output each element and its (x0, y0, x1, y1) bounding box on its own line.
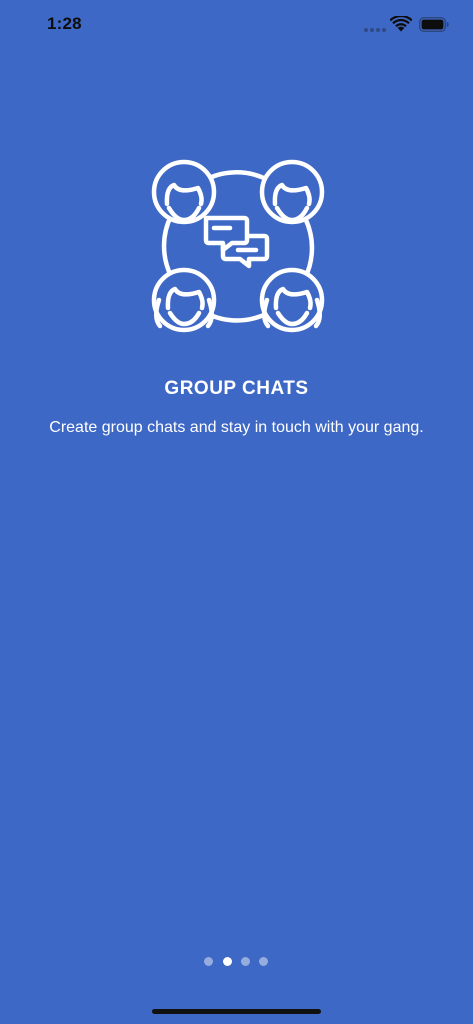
page-dot-4[interactable] (259, 957, 268, 966)
page-control[interactable] (0, 957, 473, 967)
onboarding-description: Create group chats and stay in touch wit… (49, 419, 424, 436)
home-indicator[interactable] (152, 1009, 321, 1014)
battery-icon (419, 17, 449, 32)
status-bar: 1:28 (0, 0, 473, 50)
cellular-signal-icon (364, 28, 386, 32)
status-time: 1:28 (47, 14, 82, 33)
page-dot-1[interactable] (204, 957, 213, 966)
onboarding-screen: 1:28 GROUP CHATS Create group chats and … (0, 0, 473, 1024)
wifi-icon (390, 16, 412, 32)
onboarding-title: GROUP CHATS (164, 378, 309, 399)
page-dot-2[interactable] (223, 957, 232, 966)
page-dot-3[interactable] (241, 957, 250, 966)
group-chat-icon (151, 159, 325, 333)
